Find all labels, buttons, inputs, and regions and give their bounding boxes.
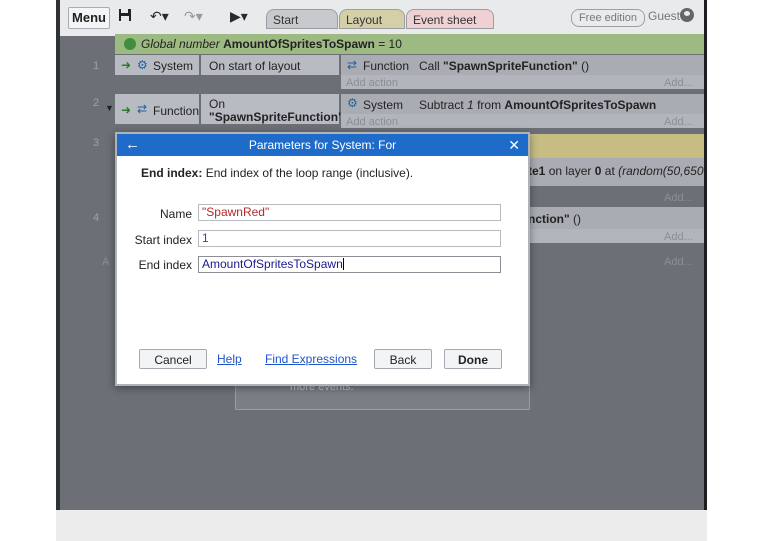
undo-icon[interactable]: ↶▾: [150, 8, 169, 24]
back-arrow-icon[interactable]: ←: [125, 134, 140, 156]
action-text: Call "SpawnSpriteFunction" (): [419, 59, 590, 73]
text-cursor: [342, 258, 344, 270]
name-field[interactable]: "SpawnRed": [198, 204, 501, 221]
start-index-label: Start index: [134, 233, 192, 247]
condition-text-line1: On: [209, 97, 226, 111]
user-account-icon[interactable]: [680, 8, 694, 22]
redo-icon[interactable]: ↷▾: [184, 8, 203, 24]
end-index-field[interactable]: AmountOfSpritesToSpawn: [198, 256, 501, 273]
event-number: 3: [93, 137, 100, 149]
toolbar: Menu ↶▾ ↷▾ ▶▾ Start page× Layout 1× Even…: [60, 0, 707, 47]
action-text: nction" (): [528, 212, 582, 226]
event-1-condition-object[interactable]: ➜ ⚙ System: [115, 55, 199, 75]
end-index-value: AmountOfSpritesToSpawn: [202, 257, 343, 271]
start-index-field[interactable]: 1: [198, 230, 501, 247]
window-right-edge: [704, 0, 707, 510]
global-var-value: = 10: [378, 37, 402, 51]
parameters-dialog: ← Parameters for System: For ✕ End index…: [115, 132, 530, 386]
tab-start-page[interactable]: Start page×: [266, 9, 338, 47]
condition-text-line2: "SpawnSpriteFunction": [209, 110, 344, 124]
name-label: Name: [159, 207, 192, 221]
event-2-condition-object[interactable]: ➜ ⇄ Function: [115, 94, 199, 124]
guest-label[interactable]: Guest: [648, 9, 680, 23]
action-object-label: Function: [363, 59, 410, 73]
tab-layout-1[interactable]: Layout 1×: [339, 9, 405, 47]
dialog-title: Parameters for System: For: [248, 138, 397, 152]
global-var-name: AmountOfSpritesToSpawn: [223, 37, 375, 51]
event-3-highlight: [526, 134, 707, 158]
event-3-action[interactable]: te1 on layer 0 at (random(50,650: [526, 158, 707, 186]
collapse-icon[interactable]: ▼: [105, 103, 114, 113]
condition-object-label: Function: [153, 104, 200, 118]
event-number: 4: [93, 212, 100, 224]
action-text: Subtract 1 from AmountOfSpritesToSpawn: [419, 98, 657, 112]
back-button[interactable]: Back: [374, 349, 432, 369]
globe-icon: [124, 38, 136, 50]
add-event-stub[interactable]: A: [102, 256, 109, 268]
dialog-title-bar: ← Parameters for System: For ✕: [117, 134, 528, 156]
help-link[interactable]: Help: [217, 352, 242, 366]
condition-object-label: System: [153, 59, 194, 73]
play-icon[interactable]: ▶▾: [230, 8, 248, 24]
event-2-action[interactable]: ⚙ System Subtract 1 from AmountOfSprites…: [341, 94, 707, 114]
bottom-band: [56, 510, 707, 541]
add-link[interactable]: Add...: [664, 116, 693, 128]
event-1-action[interactable]: ⇄ Function Call "SpawnSpriteFunction" (): [341, 55, 707, 75]
add-action-link[interactable]: Add action: [346, 77, 398, 89]
action-object-label: System: [363, 98, 404, 112]
global-var-prefix: Global number: [141, 37, 220, 51]
parameter-name: End index:: [141, 166, 203, 180]
find-expressions-link[interactable]: Find Expressions: [265, 352, 357, 366]
global-variable-row[interactable]: Global number AmountOfSpritesToSpawn = 1…: [115, 34, 707, 54]
construct-editor: Menu ↶▾ ↷▾ ▶▾ Start page× Layout 1× Even…: [60, 0, 707, 510]
add-link[interactable]: Add...: [664, 77, 693, 89]
save-icon[interactable]: [118, 8, 132, 25]
function-icon: ⇄: [137, 102, 148, 116]
action-text: te1 on layer 0 at (random(50,650: [528, 164, 704, 178]
event-4-action[interactable]: nction" (): [526, 207, 707, 229]
parameter-help-text: End index of the loop range (inclusive).: [205, 166, 414, 180]
tab-event-sheet-1[interactable]: Event sheet 1×: [406, 9, 494, 47]
event-1-condition[interactable]: On start of layout: [201, 55, 339, 75]
arrow-icon: ➜: [121, 58, 132, 72]
event-2-condition[interactable]: On "SpawnSpriteFunction": [201, 94, 344, 124]
add-link[interactable]: Add...: [664, 231, 693, 243]
end-index-label: End index: [138, 258, 192, 272]
event-number: 1: [93, 60, 100, 72]
done-button[interactable]: Done: [444, 349, 502, 369]
parameter-description: End index: End index of the loop range (…: [141, 166, 413, 180]
cancel-button[interactable]: Cancel: [139, 349, 207, 369]
event-number: 2: [93, 97, 100, 109]
menu-button[interactable]: Menu: [68, 7, 110, 29]
gear-icon: ⚙: [137, 58, 148, 72]
add-link[interactable]: Add...: [664, 192, 693, 204]
arrow-icon: ➜: [121, 103, 132, 117]
gear-icon: ⚙: [347, 96, 358, 110]
close-icon[interactable]: ✕: [508, 134, 520, 156]
add-action-link[interactable]: Add action: [346, 116, 398, 128]
function-icon: ⇄: [347, 58, 358, 72]
free-edition-badge[interactable]: Free edition: [571, 9, 645, 27]
add-link[interactable]: Add...: [664, 256, 693, 268]
condition-text: On start of layout: [209, 59, 301, 73]
